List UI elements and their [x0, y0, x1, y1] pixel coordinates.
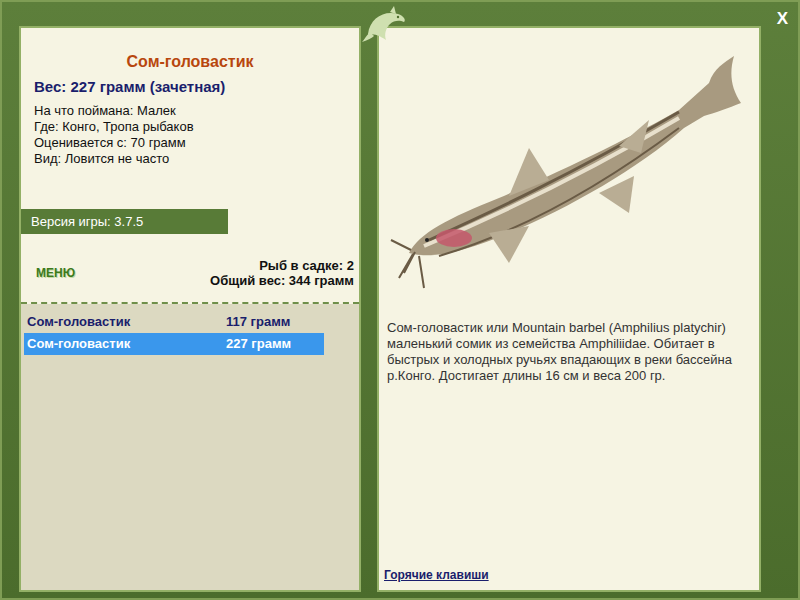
fish-detail: Оценивается с: 70 грамм — [21, 135, 359, 151]
fish-info-window: Сом-головастикВес: 227 грамм (зачетная)Н… — [0, 0, 800, 600]
catch-row[interactable]: Сом-головастик117 грамм — [24, 311, 324, 333]
fish-description: Сом-головастик или Mountain barbel (Amph… — [379, 320, 759, 384]
menu-button[interactable]: МЕНЮ — [21, 264, 75, 282]
fish-title: Сом-головастик — [21, 28, 359, 74]
catch-weight: 117 грамм — [226, 312, 290, 332]
catch-name: Сом-головастик — [24, 312, 226, 332]
fish-weight: Вес: 227 грамм (зачетная) — [21, 76, 359, 99]
catch-list: Сом-головастик117 граммСом-головастик227… — [21, 304, 359, 590]
catch-name: Сом-головастик — [24, 334, 226, 354]
hotkeys-link[interactable]: Горячие клавиши — [379, 566, 759, 590]
version-bar: Версия игры: 3.7.5 — [21, 209, 228, 235]
menu-row: МЕНЮ Рыб в садке: 2Общий вес: 344 грамм — [21, 258, 359, 288]
picture-panel: Сом-головастик или Mountain barbel (Amph… — [377, 26, 761, 592]
fish-picture — [379, 28, 759, 318]
keepnet-total: Общий вес: 344 грамм — [210, 273, 354, 288]
fish-detail: Вид: Ловится не часто — [21, 151, 359, 167]
catch-weight: 227 грамм — [226, 334, 291, 354]
keepnet-count: Рыб в садке: 2 — [210, 258, 354, 273]
fish-detail: На что поймана: Малек — [21, 103, 359, 119]
fish-details: На что поймана: МалекГде: Конго, Тропа р… — [21, 103, 359, 167]
close-button[interactable]: X — [777, 6, 788, 32]
fish-detail: Где: Конго, Тропа рыбаков — [21, 119, 359, 135]
keepnet-summary: Рыб в садке: 2Общий вес: 344 грамм — [210, 258, 359, 288]
dolphin-logo-icon — [360, 4, 410, 44]
info-panel: Сом-головастикВес: 227 грамм (зачетная)Н… — [19, 26, 361, 592]
catch-row[interactable]: Сом-головастик227 грамм — [24, 333, 324, 355]
